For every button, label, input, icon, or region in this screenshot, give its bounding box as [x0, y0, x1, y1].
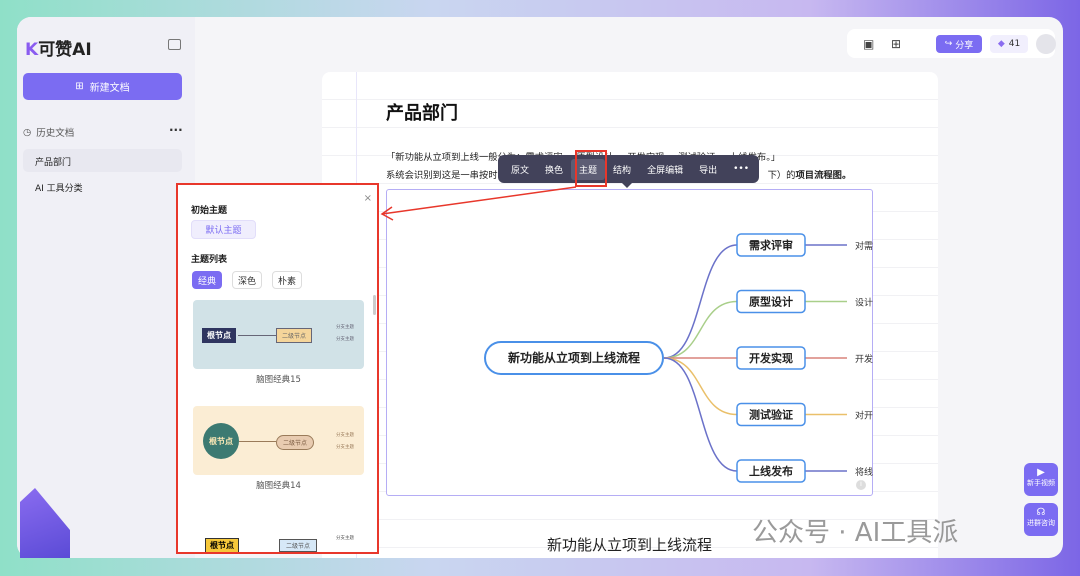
annotation-arrow — [380, 186, 577, 221]
watermark: 公众号 · AI工具派 — [752, 518, 959, 548]
